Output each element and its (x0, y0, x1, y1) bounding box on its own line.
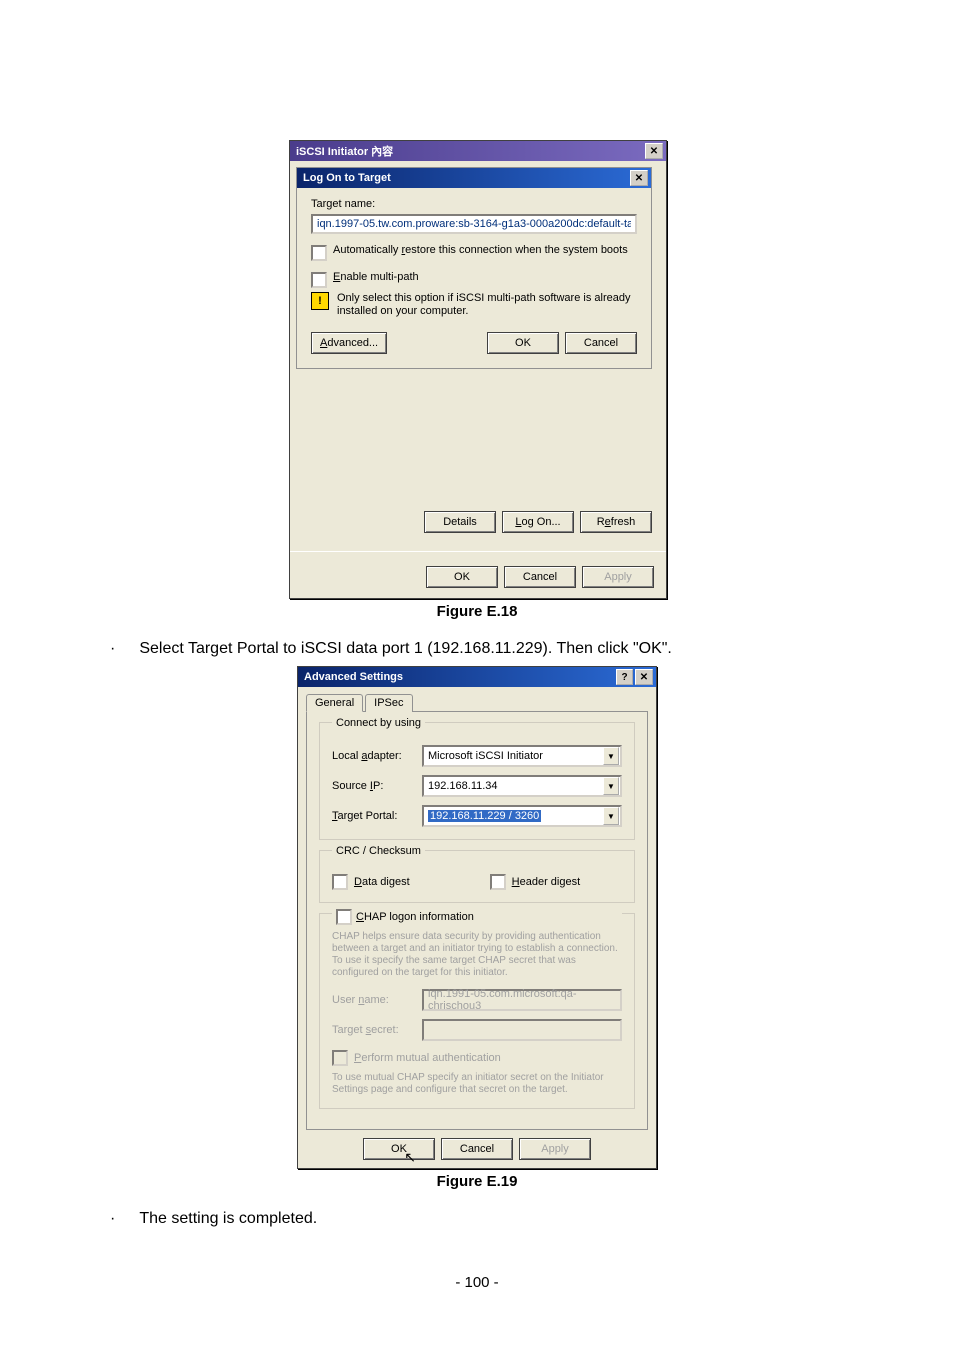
outer-apply-button: Apply (582, 566, 654, 588)
perform-mutual-label: Perform mutual authentication (354, 1052, 501, 1064)
target-secret-input (422, 1019, 622, 1041)
ok-button[interactable]: OK (487, 332, 559, 354)
chevron-down-icon[interactable]: ▼ (603, 747, 619, 765)
target-secret-label: Target secret: (332, 1024, 422, 1036)
local-adapter-label: Local adapter: (332, 750, 422, 762)
advanced-settings-titlebar[interactable]: Advanced Settings ? ✕ (298, 667, 656, 687)
page-number: - 100 - (0, 1274, 954, 1291)
advanced-settings-title: Advanced Settings (304, 671, 403, 683)
local-adapter-value: Microsoft iSCSI Initiator (428, 750, 543, 762)
refresh-button[interactable]: Refresh (580, 511, 652, 533)
instruction-2: The setting is completed. (139, 1210, 864, 1228)
user-name-label: User name: (332, 994, 422, 1006)
bullet-icon: · (110, 640, 115, 658)
outer-ok-button[interactable]: OK (426, 566, 498, 588)
enable-multipath-checkbox[interactable] (311, 272, 327, 288)
chap-logon-checkbox[interactable] (336, 909, 352, 925)
enable-multipath-label: Enable multi-path (333, 271, 419, 283)
target-portal-dropdown[interactable]: 192.168.11.229 / 3260 ▼ (422, 805, 622, 827)
tab-general[interactable]: General (306, 694, 363, 712)
close-icon[interactable]: ✕ (630, 170, 648, 186)
iscsi-initiator-titlebar[interactable]: iSCSI Initiator 內容 ✕ (290, 141, 666, 161)
iscsi-initiator-title: iSCSI Initiator 內容 (296, 143, 393, 159)
cancel-button[interactable]: Cancel (565, 332, 637, 354)
perform-mutual-checkbox (332, 1050, 348, 1066)
source-ip-label: Source IP: (332, 780, 422, 792)
logon-titlebar[interactable]: Log On to Target ✕ (297, 168, 651, 188)
connect-legend: Connect by using (332, 717, 425, 729)
local-adapter-dropdown[interactable]: Microsoft iSCSI Initiator ▼ (422, 745, 622, 767)
target-portal-label: Target Portal: (332, 810, 422, 822)
details-button[interactable]: Details (424, 511, 496, 533)
adv-ok-button[interactable]: OK ↖ (363, 1138, 435, 1160)
figure-2-caption: Figure E.19 (90, 1173, 864, 1190)
source-ip-dropdown[interactable]: 192.168.11.34 ▼ (422, 775, 622, 797)
auto-restore-label: Automatically restore this connection wh… (333, 244, 628, 256)
outer-cancel-button[interactable]: Cancel (504, 566, 576, 588)
log-on-button[interactable]: Log On... (502, 511, 574, 533)
chevron-down-icon[interactable]: ▼ (603, 777, 619, 795)
adv-apply-button: Apply (519, 1138, 591, 1160)
mutual-note: To use mutual CHAP specify an initiator … (332, 1072, 622, 1096)
crc-legend: CRC / Checksum (332, 845, 425, 857)
bullet-icon: · (110, 1210, 115, 1228)
chevron-down-icon[interactable]: ▼ (603, 807, 619, 825)
header-digest-checkbox[interactable] (490, 874, 506, 890)
target-portal-value: 192.168.11.229 / 3260 (428, 810, 541, 822)
user-name-value: iqn.1991-05.com.microsoft:qa-chrischou3 (428, 988, 616, 1012)
close-icon[interactable]: ✕ (635, 669, 653, 685)
warning-text: Only select this option if iSCSI multi-p… (337, 292, 637, 318)
chap-description: CHAP helps ensure data security by provi… (332, 931, 622, 979)
target-name-label: Target name: (311, 198, 637, 210)
help-icon[interactable]: ? (616, 669, 633, 685)
header-digest-label: Header digest (512, 876, 581, 888)
chap-legend: CHAP logon information (332, 908, 622, 925)
figure-1-caption: Figure E.18 (90, 603, 864, 620)
user-name-input: iqn.1991-05.com.microsoft:qa-chrischou3 (422, 989, 622, 1011)
advanced-button[interactable]: Advanced... (311, 332, 387, 354)
data-digest-checkbox[interactable] (332, 874, 348, 890)
target-name-input[interactable] (311, 214, 637, 234)
tab-ipsec[interactable]: IPSec (365, 694, 412, 712)
adv-cancel-button[interactable]: Cancel (441, 1138, 513, 1160)
data-digest-label: Data digest (354, 876, 410, 888)
source-ip-value: 192.168.11.34 (428, 780, 498, 792)
instruction-1: Select Target Portal to iSCSI data port … (139, 640, 864, 658)
warning-icon: ! (311, 292, 329, 310)
auto-restore-checkbox[interactable] (311, 245, 327, 261)
close-icon[interactable]: ✕ (645, 143, 663, 159)
logon-title: Log On to Target (303, 172, 391, 184)
